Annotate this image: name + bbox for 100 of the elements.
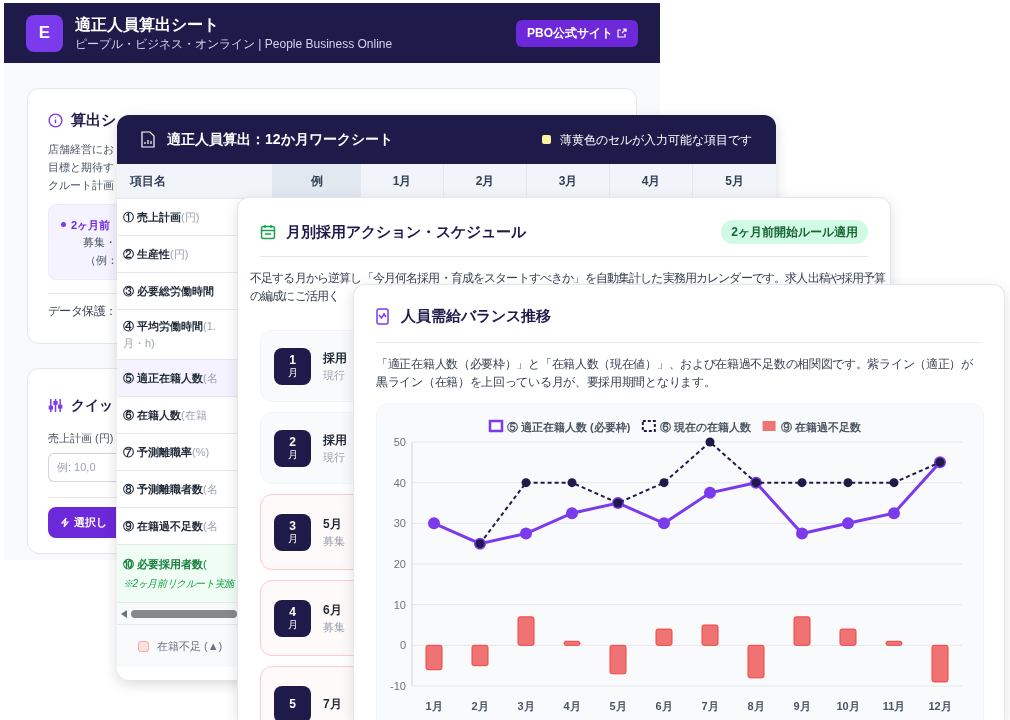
legend-text: 薄黄色のセルが入力可能な項目です xyxy=(560,131,752,149)
axis-label: 10 xyxy=(393,598,406,611)
scrollbar-thumb[interactable] xyxy=(131,609,237,618)
row-label: ⑨ 在籍過不足数(名 xyxy=(123,518,218,534)
axis-label: 11月 xyxy=(882,699,906,712)
month-number: 5 xyxy=(289,697,296,711)
data-point xyxy=(567,477,577,487)
description-line: 店舗経営にお xyxy=(48,141,114,157)
description-line: 不足する月から逆算し「今月何名採用・育成をスタートすべきか」を自動集計した実務用カレンダーです。求人出稿や採用予算 xyxy=(250,270,886,286)
month-unit: 月 xyxy=(287,449,298,460)
axis-label: 2月 xyxy=(471,699,489,712)
axis-label: 30 xyxy=(393,516,406,529)
panel-title: 人員需給バランス推移 xyxy=(401,306,551,326)
month-unit: 月 xyxy=(287,619,298,630)
panel-title: 月別採用アクション・スケジュール xyxy=(286,221,526,242)
data-point xyxy=(566,506,578,519)
axis-label: 8月 xyxy=(747,699,765,712)
bar xyxy=(885,640,903,646)
bar xyxy=(655,628,673,646)
row-label: ④ 平均労働時間(1. xyxy=(123,319,216,334)
description-line: 目標と期待す xyxy=(48,159,114,175)
axis-label: 12月 xyxy=(928,699,952,712)
app-title: 適正人員算出シート xyxy=(75,14,219,35)
data-point xyxy=(659,477,669,487)
month-number: 2 xyxy=(289,436,296,449)
data-point xyxy=(889,477,899,487)
data-point xyxy=(428,516,440,529)
month-number: 4 xyxy=(289,606,296,619)
data-point xyxy=(520,527,532,539)
legend-label: ⑨ 在籍過不足数 xyxy=(780,420,861,433)
legend-label: ⑥ 現在の在籍人数 xyxy=(659,420,751,433)
bar xyxy=(563,640,581,646)
action-button[interactable]: 選択し xyxy=(48,506,116,538)
action-detail: 募集 xyxy=(323,619,345,635)
action-title: 5月 xyxy=(323,515,342,533)
action-detail: 募集 xyxy=(323,533,345,549)
note-line: （例： xyxy=(85,253,118,268)
row-label: ⑧ 予測離職者数(名 xyxy=(123,481,218,497)
column-header: 項目名 xyxy=(128,173,167,190)
note-title: 2ヶ月前 xyxy=(71,217,111,233)
axis-label: 10月 xyxy=(836,699,860,712)
chart-icon xyxy=(376,307,389,325)
month-unit: 月 xyxy=(287,533,298,544)
row-label: ③ 必要総労働時間 xyxy=(123,283,215,299)
bar xyxy=(793,615,811,646)
action-detail: 現行 xyxy=(323,367,345,383)
bolt-icon xyxy=(60,516,70,528)
row-label: ⑤ 適正在籍人数(名 xyxy=(123,370,218,386)
data-point xyxy=(797,477,807,487)
bar xyxy=(425,644,443,670)
data-point xyxy=(704,486,716,499)
data-point xyxy=(843,477,853,487)
month-unit: 月 xyxy=(287,367,298,378)
bar xyxy=(701,624,719,646)
action-title: 6月 xyxy=(323,601,342,619)
row-note: ※2ヶ月前リクルート実施 xyxy=(123,576,234,591)
data-point xyxy=(705,437,715,446)
axis-label: 1月 xyxy=(425,699,443,712)
axis-label: 20 xyxy=(393,557,406,570)
info-icon xyxy=(48,112,63,128)
shortage-swatch-icon xyxy=(138,640,149,652)
sliders-icon xyxy=(48,398,63,413)
rule-badge: 2ヶ月前開始ルール適用 xyxy=(721,220,868,244)
bar xyxy=(471,644,489,666)
field-label: 売上計画 (円) xyxy=(48,431,114,446)
chart-description: 「適正在籍人数（必要枠）」と「在籍人数（現在値）」、および在籍過不足数の相関図です。紫ライン（適正）が黒ライン（在籍）を上回っている月が、要採用期間となります。 xyxy=(376,355,974,391)
logo: E xyxy=(26,14,63,52)
calendar-icon xyxy=(260,224,276,240)
legend-text: 在籍不足 (▲) xyxy=(157,638,223,654)
bar xyxy=(517,615,535,646)
axis-label: 50 xyxy=(393,435,406,448)
action-title: 7月 xyxy=(323,696,342,713)
axis-label: 4月 xyxy=(563,699,581,712)
axis-label: -10 xyxy=(390,679,406,692)
month-number: 1 xyxy=(289,354,296,367)
month-number: 3 xyxy=(289,520,296,533)
row-note: 月・h) xyxy=(123,335,155,351)
row-label: ⑥ 在籍人数(在籍 xyxy=(123,407,207,423)
row-label: ⑩ 必要採用者数( xyxy=(123,557,207,573)
description-line: クルート計画 xyxy=(48,177,114,193)
action-title: 採用 xyxy=(323,349,347,367)
axis-label: 0 xyxy=(399,638,406,651)
site-button[interactable]: PBO公式サイト xyxy=(516,19,638,47)
external-link-icon xyxy=(617,28,627,38)
data-point xyxy=(796,527,808,539)
row-label: ⑦ 予測離職率(%) xyxy=(123,444,210,460)
description-line: の編成にご活用く xyxy=(250,289,340,304)
app-subtitle: ピープル・ビジネス・オンライン | People Business Online xyxy=(75,35,393,53)
axis-label: 6月 xyxy=(655,699,673,712)
row-label: ① 売上計画(円) xyxy=(123,209,200,225)
input-cell-swatch-icon xyxy=(542,135,551,144)
axis-label: 3月 xyxy=(517,699,535,712)
legend-label: ⑤ 適正在籍人数 (必要枠) xyxy=(507,420,631,433)
bullet-icon xyxy=(61,222,66,228)
data-point xyxy=(888,506,900,519)
bar xyxy=(931,644,949,682)
input-field[interactable]: 例: 10,0 xyxy=(48,452,116,482)
bar xyxy=(839,628,857,646)
column-header: 例 xyxy=(272,164,360,198)
bar xyxy=(747,644,765,678)
